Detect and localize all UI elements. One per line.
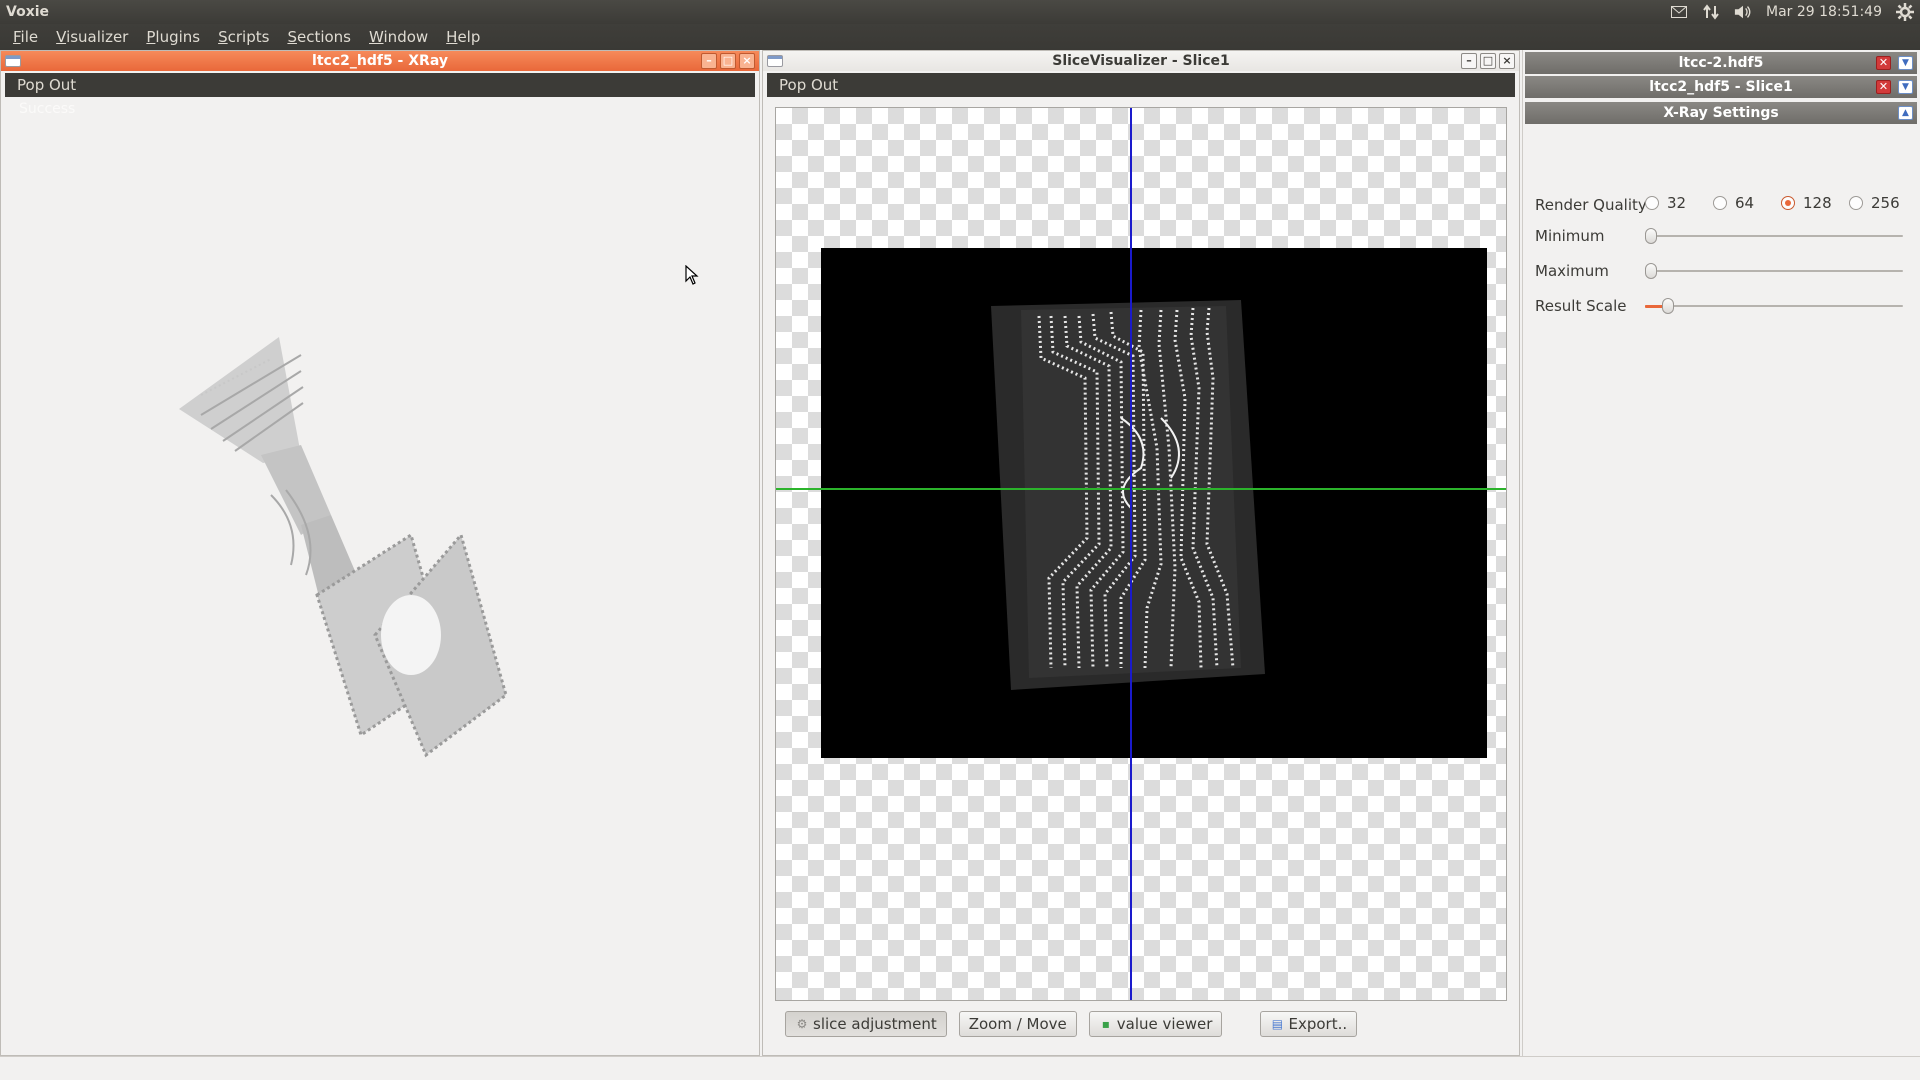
menu-window[interactable]: Window bbox=[360, 24, 437, 50]
chevron-down-icon[interactable]: ▼ bbox=[1898, 56, 1913, 70]
xray-window-controls: – □ × bbox=[701, 53, 755, 69]
close-button[interactable]: × bbox=[1499, 53, 1515, 69]
app-name: Voxie bbox=[6, 4, 50, 20]
minimum-label: Minimum bbox=[1535, 227, 1605, 245]
window-menu-icon[interactable] bbox=[767, 55, 783, 67]
export-button[interactable]: ▤ Export.. bbox=[1260, 1011, 1358, 1037]
render-quality-radio-group: 32 64 128 256 bbox=[1645, 194, 1913, 212]
panel-indicators: Mar 29 18:51:49 bbox=[1670, 0, 1914, 24]
xray-window-titlebar[interactable]: ltcc2_hdf5 - XRay – □ × bbox=[1, 51, 759, 71]
slider-handle[interactable] bbox=[1662, 298, 1674, 314]
chevron-down-icon[interactable]: ▼ bbox=[1898, 80, 1913, 94]
slider-handle[interactable] bbox=[1645, 228, 1657, 244]
circuit-slice-image bbox=[991, 300, 1265, 690]
minimum-slider[interactable] bbox=[1645, 228, 1903, 244]
radio-button-checked-icon bbox=[1781, 196, 1795, 210]
menu-help[interactable]: Help bbox=[437, 24, 489, 50]
section-slice[interactable]: ltcc2_hdf5 - Slice1 ✕ ▼ bbox=[1525, 76, 1917, 98]
mouse-cursor-icon bbox=[685, 265, 699, 285]
slice-image bbox=[821, 248, 1487, 758]
maximum-slider[interactable] bbox=[1645, 263, 1903, 279]
top-panel: Voxie Mar 29 18:51:49 bbox=[0, 0, 1920, 24]
radio-quality-32[interactable]: 32 bbox=[1645, 194, 1709, 212]
radio-quality-256[interactable]: 256 bbox=[1849, 194, 1913, 212]
maximize-button[interactable]: □ bbox=[1480, 53, 1496, 69]
value-viewer-button[interactable]: ▪ value viewer bbox=[1088, 1011, 1223, 1037]
section-dataset[interactable]: ltcc-2.hdf5 ✕ ▼ bbox=[1525, 52, 1917, 74]
mail-icon[interactable] bbox=[1670, 3, 1688, 21]
export-icon: ▤ bbox=[1271, 1017, 1284, 1031]
chevron-up-icon[interactable]: ▲ bbox=[1898, 106, 1913, 120]
slice-window: SliceVisualizer - Slice1 – □ × Pop Out ⚙… bbox=[762, 50, 1520, 1056]
slice-window-titlebar[interactable]: SliceVisualizer - Slice1 – □ × bbox=[763, 51, 1519, 71]
menu-plugins[interactable]: Plugins bbox=[137, 24, 209, 50]
radio-quality-128[interactable]: 128 bbox=[1781, 194, 1845, 212]
menu-visualizer[interactable]: Visualizer bbox=[47, 24, 137, 50]
vertical-crosshair-line[interactable] bbox=[1130, 108, 1132, 1000]
mdi-area: ltcc2_hdf5 - XRay – □ × Pop Out Success … bbox=[0, 50, 1920, 1056]
minimize-button[interactable]: – bbox=[1461, 53, 1477, 69]
zoom-move-button[interactable]: Zoom / Move bbox=[958, 1011, 1077, 1037]
window-menu-icon[interactable] bbox=[5, 55, 21, 67]
xray-window-title: ltcc2_hdf5 - XRay bbox=[312, 53, 448, 69]
maximize-button[interactable]: □ bbox=[720, 53, 736, 69]
menu-bar: File Visualizer Plugins Scripts Sections… bbox=[0, 24, 1920, 50]
xray-window: ltcc2_hdf5 - XRay – □ × Pop Out Success bbox=[0, 50, 760, 1056]
xray-render-view[interactable] bbox=[1, 95, 759, 1055]
slider-track bbox=[1645, 270, 1903, 272]
slice-popout-button[interactable]: Pop Out bbox=[767, 73, 1515, 97]
close-icon[interactable]: ✕ bbox=[1876, 80, 1891, 94]
result-scale-label: Result Scale bbox=[1535, 297, 1627, 315]
radio-button-icon bbox=[1713, 196, 1727, 210]
menu-file[interactable]: File bbox=[4, 24, 47, 50]
close-icon[interactable]: ✕ bbox=[1876, 56, 1891, 70]
value-viewer-icon: ▪ bbox=[1101, 1017, 1110, 1031]
section-xray-settings[interactable]: X-Ray Settings ▲ bbox=[1525, 102, 1917, 124]
slice-window-title: SliceVisualizer - Slice1 bbox=[1052, 53, 1230, 69]
sections-panel: ltcc-2.hdf5 ✕ ▼ ltcc2_hdf5 - Slice1 ✕ ▼ … bbox=[1522, 50, 1920, 1056]
horizontal-crosshair-line[interactable] bbox=[776, 488, 1506, 490]
xray-status-text: Success bbox=[19, 101, 76, 117]
radio-quality-64[interactable]: 64 bbox=[1713, 194, 1777, 212]
render-quality-label: Render Quality bbox=[1535, 196, 1647, 214]
slider-handle[interactable] bbox=[1645, 263, 1657, 279]
slider-track bbox=[1645, 305, 1903, 307]
slice-adjustment-button[interactable]: ⚙ slice adjustment bbox=[785, 1011, 947, 1037]
slice-window-controls: – □ × bbox=[1461, 53, 1515, 69]
settings-gear-icon[interactable] bbox=[1896, 3, 1914, 21]
slice-view-canvas[interactable] bbox=[775, 107, 1507, 1001]
radio-button-icon bbox=[1849, 196, 1863, 210]
menu-sections[interactable]: Sections bbox=[278, 24, 360, 50]
slider-track bbox=[1645, 235, 1903, 237]
result-scale-slider[interactable] bbox=[1645, 298, 1903, 314]
minimize-button[interactable]: – bbox=[701, 53, 717, 69]
slice-toolbar: ⚙ slice adjustment Zoom / Move ▪ value v… bbox=[785, 1011, 1358, 1037]
volume-icon[interactable] bbox=[1734, 3, 1752, 21]
adjust-icon: ⚙ bbox=[796, 1017, 808, 1031]
close-button[interactable]: × bbox=[739, 53, 755, 69]
radio-button-icon bbox=[1645, 196, 1659, 210]
maximum-label: Maximum bbox=[1535, 262, 1609, 280]
clock[interactable]: Mar 29 18:51:49 bbox=[1766, 4, 1882, 20]
status-bar bbox=[0, 1056, 1920, 1080]
xray-popout-button[interactable]: Pop Out bbox=[5, 73, 755, 97]
menu-scripts[interactable]: Scripts bbox=[209, 24, 278, 50]
network-icon[interactable] bbox=[1702, 3, 1720, 21]
